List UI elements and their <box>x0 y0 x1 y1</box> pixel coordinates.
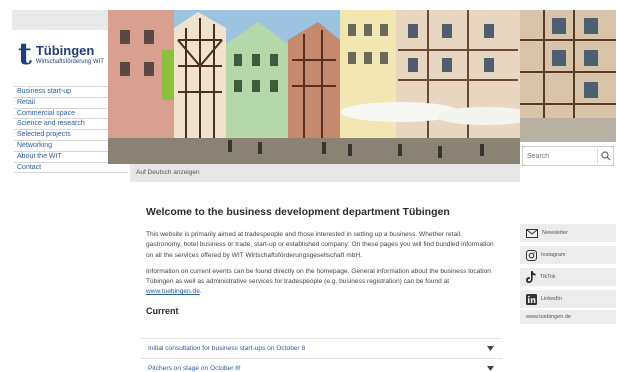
chevron-down-icon <box>487 365 494 371</box>
tiktok-label: TikTok <box>540 274 556 280</box>
accordion-item[interactable]: Initial consultation for business start-… <box>140 338 502 358</box>
search-icon[interactable] <box>597 147 613 165</box>
tiktok-link[interactable]: TikTok <box>520 268 616 286</box>
tiktok-icon <box>526 271 536 283</box>
newsletter-link[interactable]: Newsletter <box>520 224 616 242</box>
side-image <box>520 10 616 142</box>
tuebingen-link[interactable]: www.tuebingen.de <box>146 288 200 295</box>
main-content: Welcome to the business development depa… <box>146 206 498 326</box>
info-paragraph: Information on current events can be fou… <box>146 267 498 298</box>
search-input[interactable] <box>523 148 597 164</box>
tuebingen-website-label: www.tuebingen.de <box>526 314 571 320</box>
instagram-icon <box>526 249 537 261</box>
tuebingen-website-link[interactable]: www.tuebingen.de <box>520 310 616 324</box>
nav-item-contact[interactable]: Contact <box>14 163 128 174</box>
linkedin-label: LinkedIn <box>541 296 562 302</box>
linkedin-icon <box>526 293 537 305</box>
accordion-item[interactable]: Pitchers on stage on October 8! <box>140 358 502 372</box>
linkedin-link[interactable]: LinkedIn <box>520 290 616 308</box>
info-paragraph-text: Information on current events can be fou… <box>146 267 491 286</box>
language-switch-bar[interactable]: Auf Deutsch anzeigen <box>130 164 520 182</box>
newsletter-label: Newsletter <box>542 230 568 236</box>
instagram-label: Instagram <box>541 252 566 258</box>
instagram-link[interactable]: Instagram <box>520 246 616 264</box>
envelope-icon <box>526 228 538 238</box>
accordion-label: Pitchers on stage on October 8! <box>148 364 241 372</box>
logo-text: Tübingen Wirtschaftsförderung WIT <box>36 44 104 66</box>
logo-subtitle: Wirtschaftsförderung WIT <box>35 59 104 65</box>
accordion-label: Initial consultation for business start-… <box>148 345 306 352</box>
current-heading: Current <box>146 305 179 316</box>
language-switch-link[interactable]: Auf Deutsch anzeigen <box>136 169 200 176</box>
page-title: Welcome to the business development depa… <box>146 206 450 218</box>
logo-title: Tübingen <box>35 43 95 58</box>
hero-image <box>108 10 520 164</box>
search-box <box>522 146 614 166</box>
chevron-down-icon <box>487 346 494 351</box>
site-logo[interactable]: t Tübingen Wirtschaftsförderung WIT <box>18 37 104 72</box>
info-paragraph-end: . <box>199 288 202 296</box>
logo-mark: t <box>18 37 32 72</box>
intro-paragraph: This website is primarily aimed at trade… <box>146 231 494 259</box>
header-strip <box>12 10 108 30</box>
